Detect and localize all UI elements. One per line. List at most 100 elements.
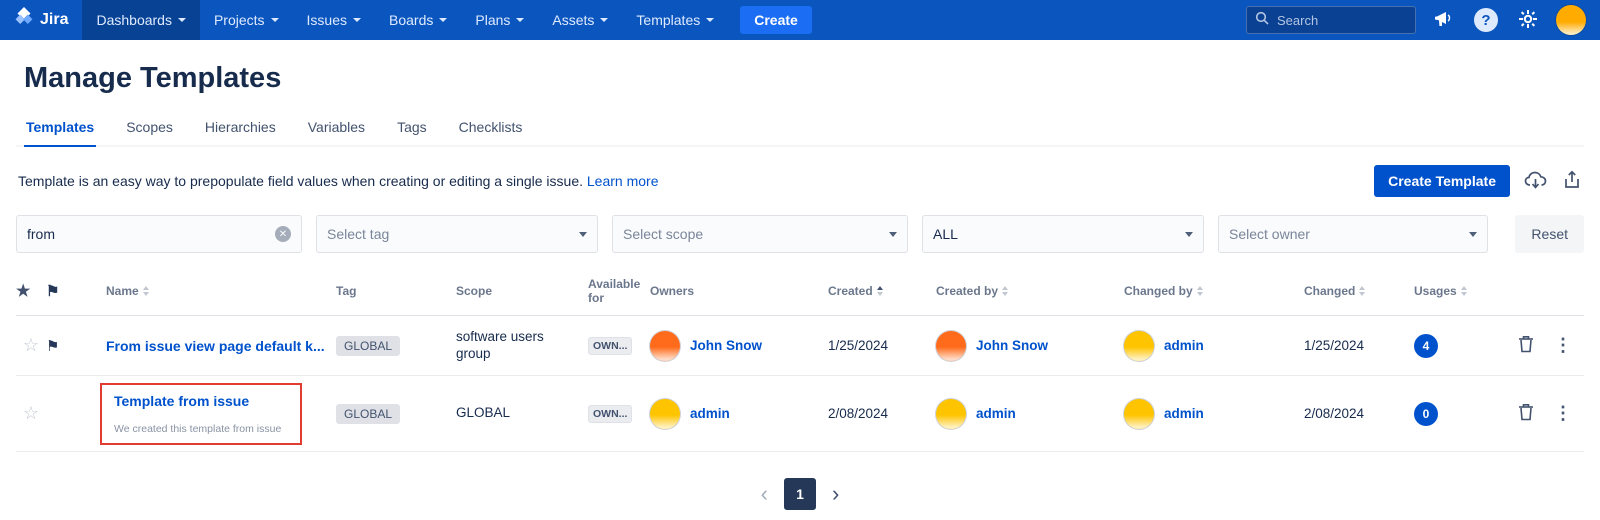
header-owners[interactable]: Owners (650, 284, 828, 298)
header-flag[interactable]: ⚑ (46, 282, 86, 300)
header-usages[interactable]: Usages (1414, 284, 1480, 298)
created-by-cell: John Snow (936, 331, 1124, 361)
tab-scopes[interactable]: Scopes (124, 113, 175, 147)
header-available-for[interactable]: Available for (588, 277, 650, 305)
tag-select[interactable]: Select tag (316, 215, 598, 253)
available-for-badge[interactable]: OWN... (588, 405, 632, 423)
template-search-input[interactable] (27, 226, 257, 242)
delete-button[interactable] (1518, 335, 1534, 356)
tab-tags[interactable]: Tags (395, 113, 429, 147)
brand-name: Jira (40, 11, 68, 29)
trash-icon (1518, 335, 1534, 356)
cloud-download-icon (1524, 170, 1548, 193)
changed-by-link[interactable]: admin (1164, 406, 1204, 421)
owner-link[interactable]: John Snow (690, 338, 762, 353)
next-page-button[interactable]: › (832, 483, 839, 505)
owner-link[interactable]: admin (690, 406, 730, 421)
created-by-link[interactable]: John Snow (976, 338, 1048, 353)
owners-cell: John Snow (650, 331, 828, 361)
header-changed[interactable]: Changed (1304, 284, 1414, 298)
previous-page-button[interactable]: ‹ (761, 483, 768, 505)
current-page-button[interactable]: 1 (784, 478, 816, 510)
tab-templates[interactable]: Templates (24, 113, 96, 147)
announcements-button[interactable] (1430, 6, 1458, 34)
more-options-button[interactable]: ⋮ (1554, 403, 1572, 424)
tab-variables[interactable]: Variables (306, 113, 367, 147)
more-options-button[interactable]: ⋮ (1554, 335, 1572, 356)
changed-by-cell: admin (1124, 331, 1304, 361)
nav-item-projects[interactable]: Projects (200, 0, 293, 40)
usages-badge[interactable]: 4 (1414, 334, 1438, 358)
flag-icon: ⚑ (46, 337, 86, 355)
template-search-field[interactable]: ✕ (16, 215, 302, 253)
header-tag[interactable]: Tag (336, 284, 456, 298)
avatar (1124, 399, 1154, 429)
header-favorite[interactable]: ★ (16, 281, 46, 301)
nav-item-plans[interactable]: Plans (461, 0, 538, 40)
changed-by-link[interactable]: admin (1164, 338, 1204, 353)
template-name-link[interactable]: Template from issue (114, 393, 249, 409)
created-cell: 1/25/2024 (828, 338, 936, 353)
nav-item-dashboards[interactable]: Dashboards (82, 0, 200, 40)
pagination: ‹ 1 › (16, 452, 1584, 520)
page-actions: Create Template (1374, 165, 1582, 197)
search-input[interactable] (1277, 13, 1397, 28)
tag-badge: GLOBAL (336, 336, 400, 356)
chevron-down-icon (600, 18, 608, 22)
header-scope[interactable]: Scope (456, 284, 588, 298)
type-select[interactable]: ALL (922, 215, 1204, 253)
export-icon (1562, 170, 1582, 193)
navbar-right: ? (1246, 5, 1586, 35)
chevron-down-icon (271, 18, 279, 22)
favorite-toggle[interactable]: ☆ (16, 335, 46, 356)
avatar (936, 399, 966, 429)
header-changed-by[interactable]: Changed by (1124, 284, 1304, 298)
header-name[interactable]: Name (86, 284, 336, 298)
available-for-badge[interactable]: OWN... (588, 337, 632, 355)
template-name-cell: From issue view page default k... (86, 338, 336, 354)
learn-more-link[interactable]: Learn more (587, 173, 659, 189)
help-button[interactable]: ? (1472, 6, 1500, 34)
description-text: Template is an easy way to prepopulate f… (18, 173, 658, 189)
export-button[interactable] (1562, 170, 1582, 193)
scope-select[interactable]: Select scope (612, 215, 908, 253)
jira-logo[interactable]: Jira (10, 0, 82, 40)
create-button[interactable]: Create (740, 6, 812, 34)
avatar (650, 331, 680, 361)
tab-hierarchies[interactable]: Hierarchies (203, 113, 278, 147)
nav-item-issues[interactable]: Issues (293, 0, 375, 40)
nav-item-templates[interactable]: Templates (622, 0, 728, 40)
header-created-by[interactable]: Created by (936, 284, 1124, 298)
clear-search-icon[interactable]: ✕ (275, 226, 291, 242)
settings-button[interactable] (1514, 6, 1542, 34)
nav-item-boards[interactable]: Boards (375, 0, 461, 40)
avatar (936, 331, 966, 361)
created-by-link[interactable]: admin (976, 406, 1016, 421)
sort-icon (1197, 286, 1203, 296)
created-cell: 2/08/2024 (828, 406, 936, 421)
delete-button[interactable] (1518, 403, 1534, 424)
usages-cell: 0 (1414, 402, 1480, 426)
page-tabs: Templates Scopes Hierarchies Variables T… (16, 113, 1584, 147)
tag-badge: GLOBAL (336, 404, 400, 424)
owner-select[interactable]: Select owner (1218, 215, 1488, 253)
nav-item-assets[interactable]: Assets (538, 0, 622, 40)
import-button[interactable] (1524, 170, 1548, 193)
header-created[interactable]: Created (828, 284, 936, 298)
template-name-cell: Template from issue We created this temp… (86, 383, 336, 445)
table-row: ☆ Template from issue We created this te… (16, 376, 1584, 452)
main-navigation: Dashboards Projects Issues Boards Plans … (82, 0, 728, 40)
usages-badge[interactable]: 0 (1414, 402, 1438, 426)
reset-button[interactable]: Reset (1515, 215, 1584, 253)
changed-cell: 2/08/2024 (1304, 406, 1414, 421)
chevron-down-icon (439, 18, 447, 22)
tag-cell: GLOBAL (336, 404, 456, 424)
template-name-link[interactable]: From issue view page default k... (106, 338, 325, 354)
tab-checklists[interactable]: Checklists (457, 113, 525, 147)
create-template-button[interactable]: Create Template (1374, 165, 1510, 197)
chevron-down-icon (178, 18, 186, 22)
created-by-cell: admin (936, 399, 1124, 429)
global-search[interactable] (1246, 6, 1416, 34)
favorite-toggle[interactable]: ☆ (16, 403, 46, 424)
user-avatar[interactable] (1556, 5, 1586, 35)
